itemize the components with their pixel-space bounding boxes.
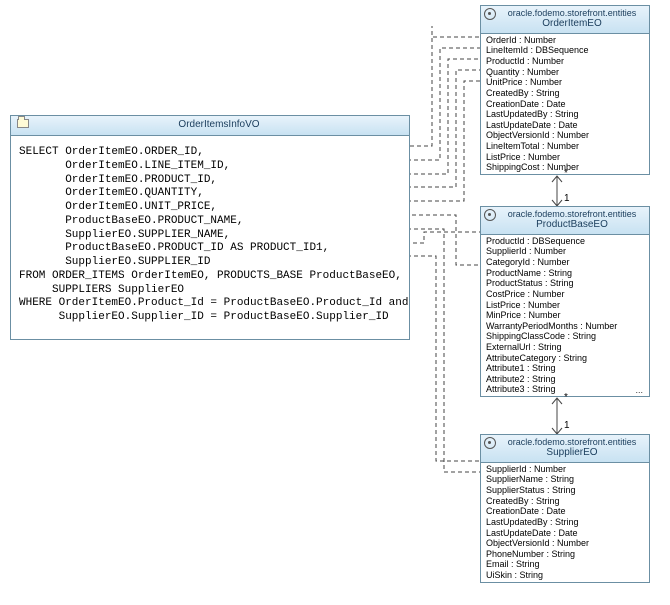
ellipsis-icon: ... [635, 385, 643, 395]
multiplicity-one: 1 [564, 420, 570, 431]
attribute-row: UiSkin : String [481, 570, 649, 581]
multiplicity-star: * [564, 168, 568, 179]
attribute-row: CreationDate : Date [481, 99, 649, 110]
entity-supplier-header: oracle.fodemo.storefront.entities Suppli… [481, 435, 649, 463]
attribute-row: ProductId : DBSequence [481, 236, 649, 247]
attribute-row: ListPrice : Number [481, 300, 649, 311]
attribute-row: PhoneNumber : String [481, 549, 649, 560]
folder-icon [17, 119, 29, 128]
entity-orderitem-panel: oracle.fodemo.storefront.entities OrderI… [480, 5, 650, 175]
attribute-row: LastUpdatedBy : String [481, 109, 649, 120]
attribute-row: CategoryId : Number [481, 257, 649, 268]
attribute-row: LineItemId : DBSequence [481, 45, 649, 56]
view-object-header: OrderItemsInfoVO [11, 116, 409, 136]
attribute-row: Email : String [481, 559, 649, 570]
entity-productbase-pkg: oracle.fodemo.storefront.entities [499, 209, 645, 219]
entity-productbase-header: oracle.fodemo.storefront.entities Produc… [481, 207, 649, 235]
entity-orderitem-pkg: oracle.fodemo.storefront.entities [499, 8, 645, 18]
attribute-row: ListPrice : Number [481, 152, 649, 163]
attribute-row: CostPrice : Number [481, 289, 649, 300]
attribute-row: SupplierName : String [481, 474, 649, 485]
gear-icon [484, 209, 498, 223]
entity-supplier-name: SupplierEO [499, 447, 645, 459]
attribute-row: CreatedBy : String [481, 88, 649, 99]
view-object-panel: OrderItemsInfoVO SELECT OrderItemEO.ORDE… [10, 115, 410, 340]
sql-text: SELECT OrderItemEO.ORDER_ID, OrderItemEO… [11, 136, 409, 335]
attribute-row: LastUpdatedBy : String [481, 517, 649, 528]
attribute-row: ExternalUrl : String [481, 342, 649, 353]
multiplicity-star: * [564, 392, 568, 403]
multiplicity-one: 1 [564, 193, 570, 204]
attribute-row: OrderId : Number [481, 35, 649, 46]
entity-productbase-panel: oracle.fodemo.storefront.entities Produc… [480, 206, 650, 397]
attribute-row: CreationDate : Date [481, 506, 649, 517]
attribute-row: ObjectVersionId : Number [481, 130, 649, 141]
entity-supplier-panel: oracle.fodemo.storefront.entities Suppli… [480, 434, 650, 583]
attribute-row: UnitPrice : Number [481, 77, 649, 88]
entity-supplier-body: SupplierId : NumberSupplierName : String… [481, 463, 649, 582]
attribute-row: ShippingClassCode : String [481, 331, 649, 342]
gear-icon [484, 8, 498, 22]
view-object-title: OrderItemsInfoVO [178, 119, 259, 130]
attribute-row: Quantity : Number [481, 67, 649, 78]
attribute-row: LastUpdateDate : Date [481, 528, 649, 539]
attribute-row: CreatedBy : String [481, 496, 649, 507]
attribute-row: Attribute2 : String [481, 374, 649, 385]
attribute-row: SupplierId : Number [481, 246, 649, 257]
attribute-row: WarrantyPeriodMonths : Number [481, 321, 649, 332]
attribute-row: SupplierId : Number [481, 464, 649, 475]
entity-productbase-body: ProductId : DBSequenceSupplierId : Numbe… [481, 235, 649, 396]
attribute-row: Attribute1 : String [481, 363, 649, 374]
entity-orderitem-header: oracle.fodemo.storefront.entities OrderI… [481, 6, 649, 34]
attribute-row: ProductId : Number [481, 56, 649, 67]
attribute-row: SupplierStatus : String [481, 485, 649, 496]
gear-icon [484, 437, 498, 451]
attribute-row: AttributeCategory : String [481, 353, 649, 364]
attribute-row: ProductName : String [481, 268, 649, 279]
attribute-row: LastUpdateDate : Date [481, 120, 649, 131]
entity-orderitem-body: OrderId : NumberLineItemId : DBSequenceP… [481, 34, 649, 174]
entity-productbase-name: ProductBaseEO [499, 219, 645, 231]
attribute-row: ObjectVersionId : Number [481, 538, 649, 549]
attribute-row: ProductStatus : String [481, 278, 649, 289]
attribute-row: MinPrice : Number [481, 310, 649, 321]
entity-supplier-pkg: oracle.fodemo.storefront.entities [499, 437, 645, 447]
attribute-row: LineItemTotal : Number [481, 141, 649, 152]
entity-orderitem-name: OrderItemEO [499, 18, 645, 30]
